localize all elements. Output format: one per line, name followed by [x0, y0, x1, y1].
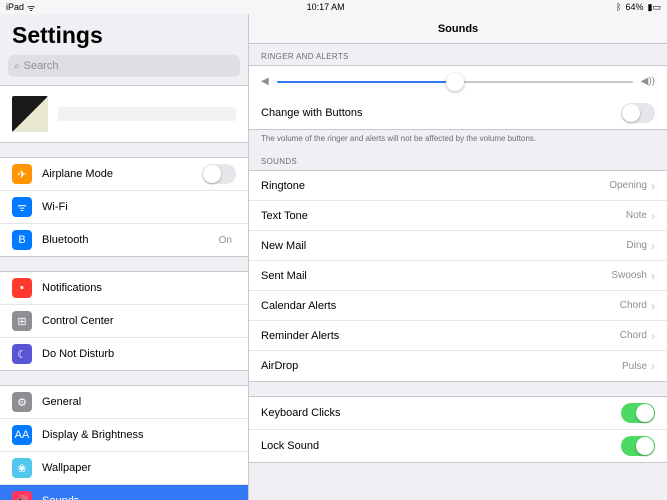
chevron-right-icon: › — [651, 179, 655, 193]
status-time: 10:17 AM — [307, 2, 345, 12]
setting-row-keyboard-clicks[interactable]: Keyboard Clicks — [249, 397, 667, 430]
battery-level: 64% — [626, 2, 644, 12]
row-label: Reminder Alerts — [261, 330, 620, 342]
control-center-icon: ⊞ — [12, 311, 32, 331]
wifi-icon: ᯤ — [12, 197, 32, 217]
setting-row-reminder-alerts[interactable]: Reminder AlertsChord › — [249, 321, 667, 351]
setting-row-airdrop[interactable]: AirDropPulse › — [249, 351, 667, 381]
sounds-icon: 🔊 — [12, 491, 32, 500]
chevron-right-icon: › — [651, 329, 655, 343]
detail-pane: Sounds RINGER AND ALERTS ◀ ◀)) Change with … — [249, 14, 667, 500]
sidebar-item-notifications[interactable]: ▪ Notifications — [0, 272, 248, 305]
row-label: Change with Buttons — [261, 107, 621, 119]
setting-row-new-mail[interactable]: New MailDing › — [249, 231, 667, 261]
row-label: Sent Mail — [261, 270, 611, 282]
row-label: Keyboard Clicks — [261, 407, 621, 419]
device-label: iPad — [6, 2, 24, 12]
search-icon: ⌕ — [14, 61, 20, 72]
volume-slider[interactable] — [277, 81, 633, 83]
setting-row-ringtone[interactable]: RingtoneOpening › — [249, 171, 667, 201]
sidebar-item-display[interactable]: AA Display & Brightness — [0, 419, 248, 452]
avatar — [12, 96, 48, 132]
bluetooth-icon: ᛒ — [616, 2, 621, 12]
settings-sidebar: Settings ⌕ Search ✈ Airplane Mode ᯤ Wi-Fi BB… — [0, 14, 249, 500]
battery-icon: ▮▭ — [648, 2, 661, 13]
chevron-right-icon: › — [651, 359, 655, 373]
sidebar-item-general[interactable]: ⚙ General — [0, 386, 248, 419]
row-value: Chord — [620, 330, 647, 341]
row-label: Text Tone — [261, 210, 626, 222]
sidebar-item-label: Notifications — [42, 282, 236, 294]
display-icon: AA — [12, 425, 32, 445]
general-icon: ⚙ — [12, 392, 32, 412]
setting-row-lock-sound[interactable]: Lock Sound — [249, 430, 667, 462]
sidebar-item-label: Bluetooth — [42, 234, 219, 246]
volume-low-icon: ◀ — [261, 76, 269, 87]
search-placeholder: Search — [24, 60, 59, 72]
section-header: SOUNDS — [249, 149, 667, 170]
wifi-icon: ᯤ — [27, 1, 35, 14]
sidebar-item-label: Airplane Mode — [42, 168, 202, 180]
apple-id-profile[interactable] — [0, 85, 248, 143]
chevron-right-icon: › — [651, 239, 655, 253]
row-value: Pulse — [622, 361, 647, 372]
row-label: Lock Sound — [261, 440, 621, 452]
chevron-right-icon: › — [651, 209, 655, 223]
bluetooth-icon: B — [12, 230, 32, 250]
toggle[interactable] — [621, 103, 655, 123]
sidebar-item-label: Wi-Fi — [42, 201, 232, 213]
toggle[interactable] — [621, 403, 655, 423]
setting-row-calendar-alerts[interactable]: Calendar AlertsChord › — [249, 291, 667, 321]
row-value: On — [219, 235, 232, 246]
wallpaper-icon: ❀ — [12, 458, 32, 478]
setting-row-sent-mail[interactable]: Sent MailSwoosh › — [249, 261, 667, 291]
sidebar-item-wifi[interactable]: ᯤ Wi-Fi — [0, 191, 248, 224]
row-label: Calendar Alerts — [261, 300, 620, 312]
section-footer: The volume of the ringer and alerts will… — [249, 130, 667, 149]
row-label: AirDrop — [261, 360, 622, 372]
search-input[interactable]: ⌕ Search — [8, 55, 240, 77]
sidebar-item-control-center[interactable]: ⊞ Control Center — [0, 305, 248, 338]
sidebar-item-label: Display & Brightness — [42, 429, 236, 441]
sidebar-item-label: Control Center — [42, 315, 236, 327]
page-title: Sounds — [249, 14, 667, 44]
toggle[interactable] — [621, 436, 655, 456]
volume-slider-row: ◀ ◀)) — [249, 65, 667, 97]
setting-row-change-with-buttons[interactable]: Change with Buttons — [249, 97, 667, 129]
row-value: Swoosh — [611, 270, 647, 281]
settings-title: Settings — [0, 14, 248, 55]
notifications-icon: ▪ — [12, 278, 32, 298]
sidebar-item-label: General — [42, 396, 236, 408]
sidebar-item-label: Wallpaper — [42, 462, 236, 474]
profile-name — [58, 107, 236, 121]
section-header: RINGER AND ALERTS — [249, 44, 667, 65]
sidebar-item-bluetooth[interactable]: B BluetoothOn — [0, 224, 248, 256]
chevron-right-icon: › — [651, 299, 655, 313]
sidebar-item-label: Do Not Disturb — [42, 348, 236, 360]
row-value: Opening — [609, 180, 647, 191]
row-label: New Mail — [261, 240, 626, 252]
sidebar-item-label: Sounds — [42, 495, 236, 500]
chevron-right-icon: › — [651, 269, 655, 283]
dnd-icon: ☾ — [12, 344, 32, 364]
row-value: Note — [626, 210, 647, 221]
sidebar-item-wallpaper[interactable]: ❀ Wallpaper — [0, 452, 248, 485]
sidebar-item-dnd[interactable]: ☾ Do Not Disturb — [0, 338, 248, 370]
setting-row-text-tone[interactable]: Text ToneNote › — [249, 201, 667, 231]
row-value: Chord — [620, 300, 647, 311]
status-bar: iPad ᯤ 10:17 AM ᛒ 64% ▮▭ — [0, 0, 667, 14]
slider-thumb[interactable] — [446, 73, 464, 91]
row-value: Ding — [626, 240, 647, 251]
row-label: Ringtone — [261, 180, 609, 192]
sidebar-item-airplane[interactable]: ✈ Airplane Mode — [0, 158, 248, 191]
volume-high-icon: ◀)) — [641, 76, 655, 87]
toggle[interactable] — [202, 164, 236, 184]
sidebar-item-sounds[interactable]: 🔊 Sounds — [0, 485, 248, 500]
airplane-icon: ✈ — [12, 164, 32, 184]
